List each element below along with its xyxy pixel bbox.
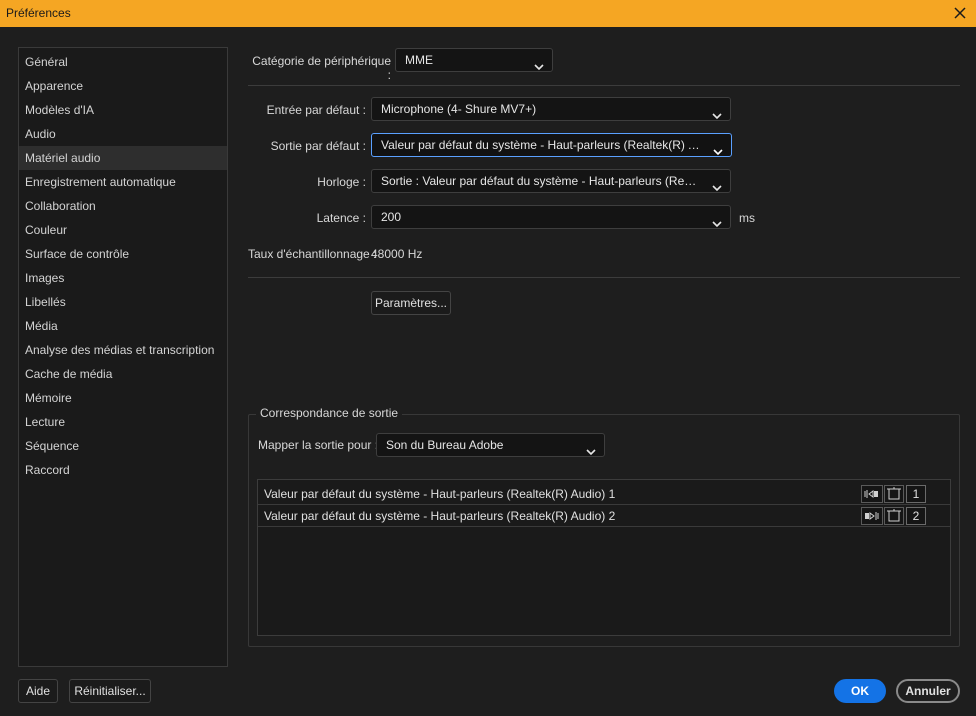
device-category-dropdown[interactable]: MME — [395, 48, 553, 72]
preferences-sidebar: Général Apparence Modèles d'IA Audio Mat… — [18, 47, 228, 667]
latency-value: 200 — [381, 210, 402, 224]
sample-rate-value: 48000 Hz — [371, 247, 423, 261]
default-output-value: Valeur par défaut du système - Haut-parl… — [381, 138, 701, 152]
chevron-down-icon — [712, 177, 722, 192]
sidebar-item-ai-models[interactable]: Modèles d'IA — [19, 98, 227, 122]
channel-number: 1 — [906, 485, 926, 503]
chevron-down-icon — [586, 441, 596, 456]
output-channel-label: Valeur par défaut du système - Haut-parl… — [264, 487, 616, 501]
device-category-label: Catégorie de périphérique : — [252, 54, 391, 82]
sidebar-item-labels[interactable]: Libellés — [19, 290, 227, 314]
divider-top — [248, 85, 960, 86]
speaker-right-icon[interactable] — [861, 507, 883, 525]
map-output-dropdown[interactable]: Son du Bureau Adobe — [376, 433, 605, 457]
speaker-left-icon[interactable] — [861, 485, 883, 503]
clock-dropdown[interactable]: Sortie : Valeur par défaut du système - … — [371, 169, 731, 193]
chevron-down-icon — [534, 56, 544, 71]
output-mapping-title: Correspondance de sortie — [256, 406, 403, 420]
output-channel-row[interactable]: Valeur par défaut du système - Haut-parl… — [258, 483, 950, 505]
sidebar-item-audio-hardware[interactable]: Matériel audio — [19, 146, 227, 170]
sidebar-item-color[interactable]: Couleur — [19, 218, 227, 242]
window-title: Préférences — [6, 6, 71, 20]
divider-middle — [248, 277, 960, 278]
channel-number: 2 — [906, 507, 926, 525]
sidebar-item-audio[interactable]: Audio — [19, 122, 227, 146]
sidebar-item-control-surface[interactable]: Surface de contrôle — [19, 242, 227, 266]
chevron-down-icon — [713, 141, 723, 156]
default-output-dropdown[interactable]: Valeur par défaut du système - Haut-parl… — [371, 133, 732, 157]
map-output-value: Son du Bureau Adobe — [386, 438, 504, 452]
output-device-icon[interactable] — [884, 485, 904, 503]
cancel-button[interactable]: Annuler — [896, 679, 960, 703]
help-button[interactable]: Aide — [18, 679, 58, 703]
sample-rate-label: Taux d'échantillonnage : — [248, 247, 377, 261]
sidebar-item-sequence[interactable]: Séquence — [19, 434, 227, 458]
sidebar-item-media[interactable]: Média — [19, 314, 227, 338]
clock-label: Horloge : — [317, 175, 366, 189]
device-category-value: MME — [405, 53, 433, 67]
sidebar-item-playback[interactable]: Lecture — [19, 410, 227, 434]
clock-value: Sortie : Valeur par défaut du système - … — [381, 174, 700, 188]
map-output-label: Mapper la sortie pour : — [258, 438, 379, 452]
sidebar-item-memory[interactable]: Mémoire — [19, 386, 227, 410]
sidebar-item-media-analysis[interactable]: Analyse des médias et transcription — [19, 338, 227, 362]
latency-dropdown[interactable]: 200 — [371, 205, 731, 229]
default-input-dropdown[interactable]: Microphone (4- Shure MV7+) — [371, 97, 731, 121]
title-bar: Préférences — [0, 0, 976, 27]
sidebar-item-auto-save[interactable]: Enregistrement automatique — [19, 170, 227, 194]
sidebar-item-media-cache[interactable]: Cache de média — [19, 362, 227, 386]
chevron-down-icon — [712, 213, 722, 228]
sidebar-item-trim[interactable]: Raccord — [19, 458, 227, 482]
sidebar-item-appearance[interactable]: Apparence — [19, 74, 227, 98]
default-input-label: Entrée par défaut : — [266, 103, 366, 117]
default-output-label: Sortie par défaut : — [270, 139, 366, 153]
default-input-value: Microphone (4- Shure MV7+) — [381, 102, 537, 116]
output-channel-list[interactable]: Valeur par défaut du système - Haut-parl… — [257, 479, 951, 636]
output-channel-label: Valeur par défaut du système - Haut-parl… — [264, 509, 616, 523]
latency-label: Latence : — [316, 211, 366, 225]
sidebar-item-frames[interactable]: Images — [19, 266, 227, 290]
settings-button[interactable]: Paramètres... — [371, 291, 451, 315]
latency-unit: ms — [739, 211, 755, 225]
ok-button[interactable]: OK — [834, 679, 886, 703]
chevron-down-icon — [712, 105, 722, 120]
output-channel-row[interactable]: Valeur par défaut du système - Haut-parl… — [258, 505, 950, 527]
close-icon[interactable] — [950, 3, 970, 23]
sidebar-item-collaboration[interactable]: Collaboration — [19, 194, 227, 218]
output-device-icon[interactable] — [884, 507, 904, 525]
reset-button[interactable]: Réinitialiser... — [69, 679, 151, 703]
sidebar-item-general[interactable]: Général — [19, 50, 227, 74]
